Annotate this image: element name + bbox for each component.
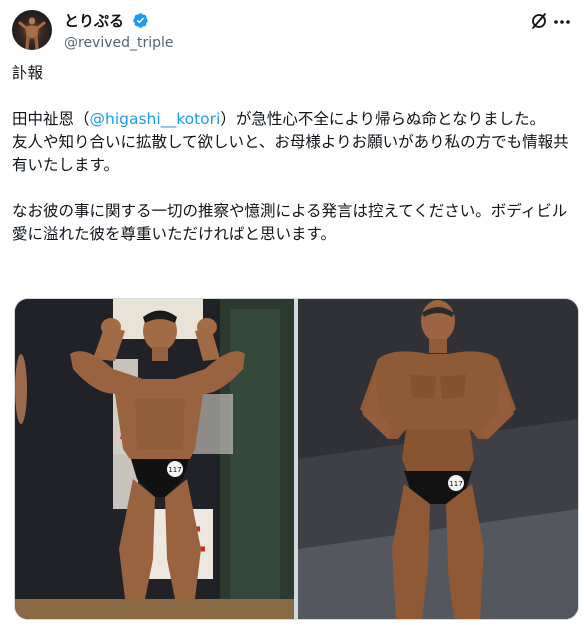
avatar[interactable] [12, 10, 52, 50]
tweet-line-4: なお彼の事に関する一切の推察や憶測による発言は控えてください。ボディビル愛に溢れ… [12, 202, 568, 243]
tweet-text: 訃報 田中祉恩（@higashi__kotori）が急性心不全により帰らぬ命とな… [12, 62, 570, 246]
tweet-line-2: 田中祉恩（@higashi__kotori）が急性心不全により帰らぬ命となりまし… [12, 108, 570, 131]
photo-2[interactable]: 117 [298, 299, 578, 619]
photo-2-badge: 117 [449, 480, 462, 488]
photo-1[interactable]: 117 [15, 299, 294, 619]
verified-badge-icon [132, 12, 149, 33]
tweet-line-2-pre: 田中祉恩（ [12, 110, 90, 128]
display-name[interactable]: とりぷる [64, 12, 124, 30]
photo-1-badge: 117 [168, 466, 181, 474]
tweet-line-2-post: ）が急性心不全により帰らぬ命となりました。 [220, 110, 546, 128]
mention-link[interactable]: @higashi__kotori [90, 110, 221, 128]
tweet-header: とりぷる @revived_triple [12, 10, 572, 54]
tweet-line-1: 訃報 [12, 64, 44, 82]
tweet-line-3: 友人や知り合いに拡散して欲しいと、お母様よりお願いがあり私の方でも情報共有いたし… [12, 133, 569, 174]
author-names[interactable]: とりぷる @revived_triple [64, 11, 174, 53]
grok-icon[interactable] [530, 12, 548, 30]
more-icon[interactable] [552, 12, 572, 32]
media-grid: 117 117 [14, 298, 579, 620]
author-handle[interactable]: @revived_triple [64, 33, 174, 53]
